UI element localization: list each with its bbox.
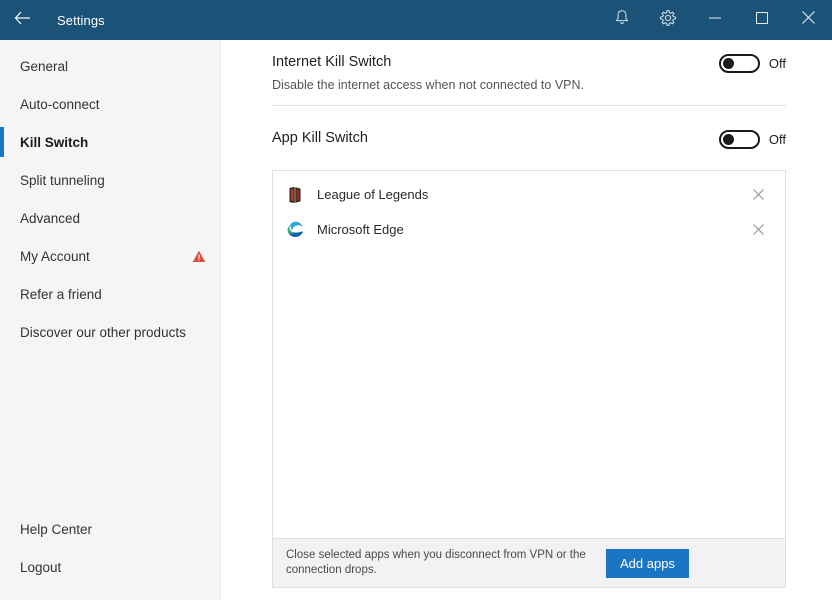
close-button[interactable] [785, 0, 832, 40]
add-apps-button[interactable]: Add apps [606, 548, 689, 578]
sidebar: General Auto-connect Kill Switch Split t… [0, 40, 221, 600]
sidebar-item-kill-switch[interactable]: Kill Switch [0, 123, 220, 161]
sidebar-item-general[interactable]: General [0, 47, 220, 85]
app-kill-switch-toggle-state: Off [768, 132, 786, 147]
sidebar-item-advanced[interactable]: Advanced [0, 199, 220, 237]
remove-app-button[interactable] [747, 184, 769, 206]
app-kill-switch-title: App Kill Switch [272, 130, 368, 146]
microsoft-edge-icon [285, 220, 305, 240]
toggle-track [718, 54, 760, 73]
internet-kill-switch-description: Disable the internet access when not con… [272, 78, 584, 92]
app-kill-switch-texts: App Kill Switch [272, 128, 719, 148]
window-title: Settings [57, 12, 105, 28]
sidebar-item-auto-connect[interactable]: Auto-connect [0, 85, 220, 123]
toggle-knob [722, 58, 734, 69]
list-item[interactable]: League of Legends [273, 177, 785, 212]
minimize-icon [708, 11, 721, 29]
sidebar-item-label: My Account [20, 248, 90, 264]
sidebar-item-label: Refer a friend [20, 286, 102, 302]
maximize-icon [755, 11, 768, 29]
internet-kill-switch-toggle-state: Off [768, 56, 786, 71]
sidebar-item-my-account[interactable]: My Account [0, 237, 220, 275]
internet-kill-switch-title: Internet Kill Switch [272, 54, 392, 70]
notifications-button[interactable] [599, 0, 645, 40]
sidebar-item-label: Advanced [20, 210, 81, 226]
main-content: Internet Kill Switch Disable the interne… [221, 40, 832, 600]
title-bar: Settings [0, 0, 832, 40]
app-list-footer: Close selected apps when you disconnect … [273, 538, 785, 587]
sidebar-item-discover-products[interactable]: Discover our other products [0, 313, 220, 351]
sidebar-item-help-center[interactable]: Help Center [0, 510, 221, 548]
sidebar-item-label: Discover our other products [20, 324, 186, 340]
internet-kill-switch-texts: Internet Kill Switch Disable the interne… [272, 52, 719, 94]
minimize-button[interactable] [691, 0, 738, 40]
app-kill-switch-toggle[interactable]: Off [718, 130, 786, 149]
sidebar-item-label: Logout [20, 559, 62, 575]
toggle-knob [722, 134, 734, 145]
warning-triangle-icon [192, 250, 206, 263]
app-list: League of Legends Microsoft Edge [273, 171, 785, 538]
sidebar-item-label: Auto-connect [20, 96, 100, 112]
close-icon [802, 11, 815, 29]
app-list-footer-description: Close selected apps when you disconnect … [286, 549, 586, 576]
sidebar-item-label: Help Center [20, 521, 93, 537]
app-name: League of Legends [317, 187, 429, 202]
sidebar-item-logout[interactable]: Logout [0, 548, 221, 586]
list-item[interactable]: Microsoft Edge [273, 212, 785, 247]
back-button[interactable] [0, 0, 44, 40]
toggle-track [718, 130, 760, 149]
section-divider [272, 105, 786, 106]
league-of-legends-icon [285, 185, 305, 205]
app-kill-switch-section: App Kill Switch Off [272, 128, 786, 149]
sidebar-nav-top: General Auto-connect Kill Switch Split t… [0, 40, 220, 351]
back-arrow-icon [14, 11, 31, 30]
remove-app-button[interactable] [747, 219, 769, 241]
sidebar-nav-bottom: Help Center Logout [0, 510, 221, 586]
sidebar-item-label: General [20, 58, 69, 74]
gear-icon [659, 9, 677, 32]
app-name: Microsoft Edge [317, 222, 404, 237]
sidebar-item-split-tunneling[interactable]: Split tunneling [0, 161, 220, 199]
notification-bell-icon [614, 9, 630, 31]
sidebar-item-refer-a-friend[interactable]: Refer a friend [0, 275, 220, 313]
internet-kill-switch-section: Internet Kill Switch Disable the interne… [272, 52, 786, 94]
sidebar-item-label: Kill Switch [20, 134, 89, 150]
sidebar-item-label: Split tunneling [20, 172, 105, 188]
internet-kill-switch-toggle[interactable]: Off [718, 54, 786, 73]
settings-gear-button[interactable] [645, 0, 691, 40]
maximize-button[interactable] [738, 0, 785, 40]
app-list-panel: League of Legends Microsoft Edge Close s… [272, 170, 786, 588]
